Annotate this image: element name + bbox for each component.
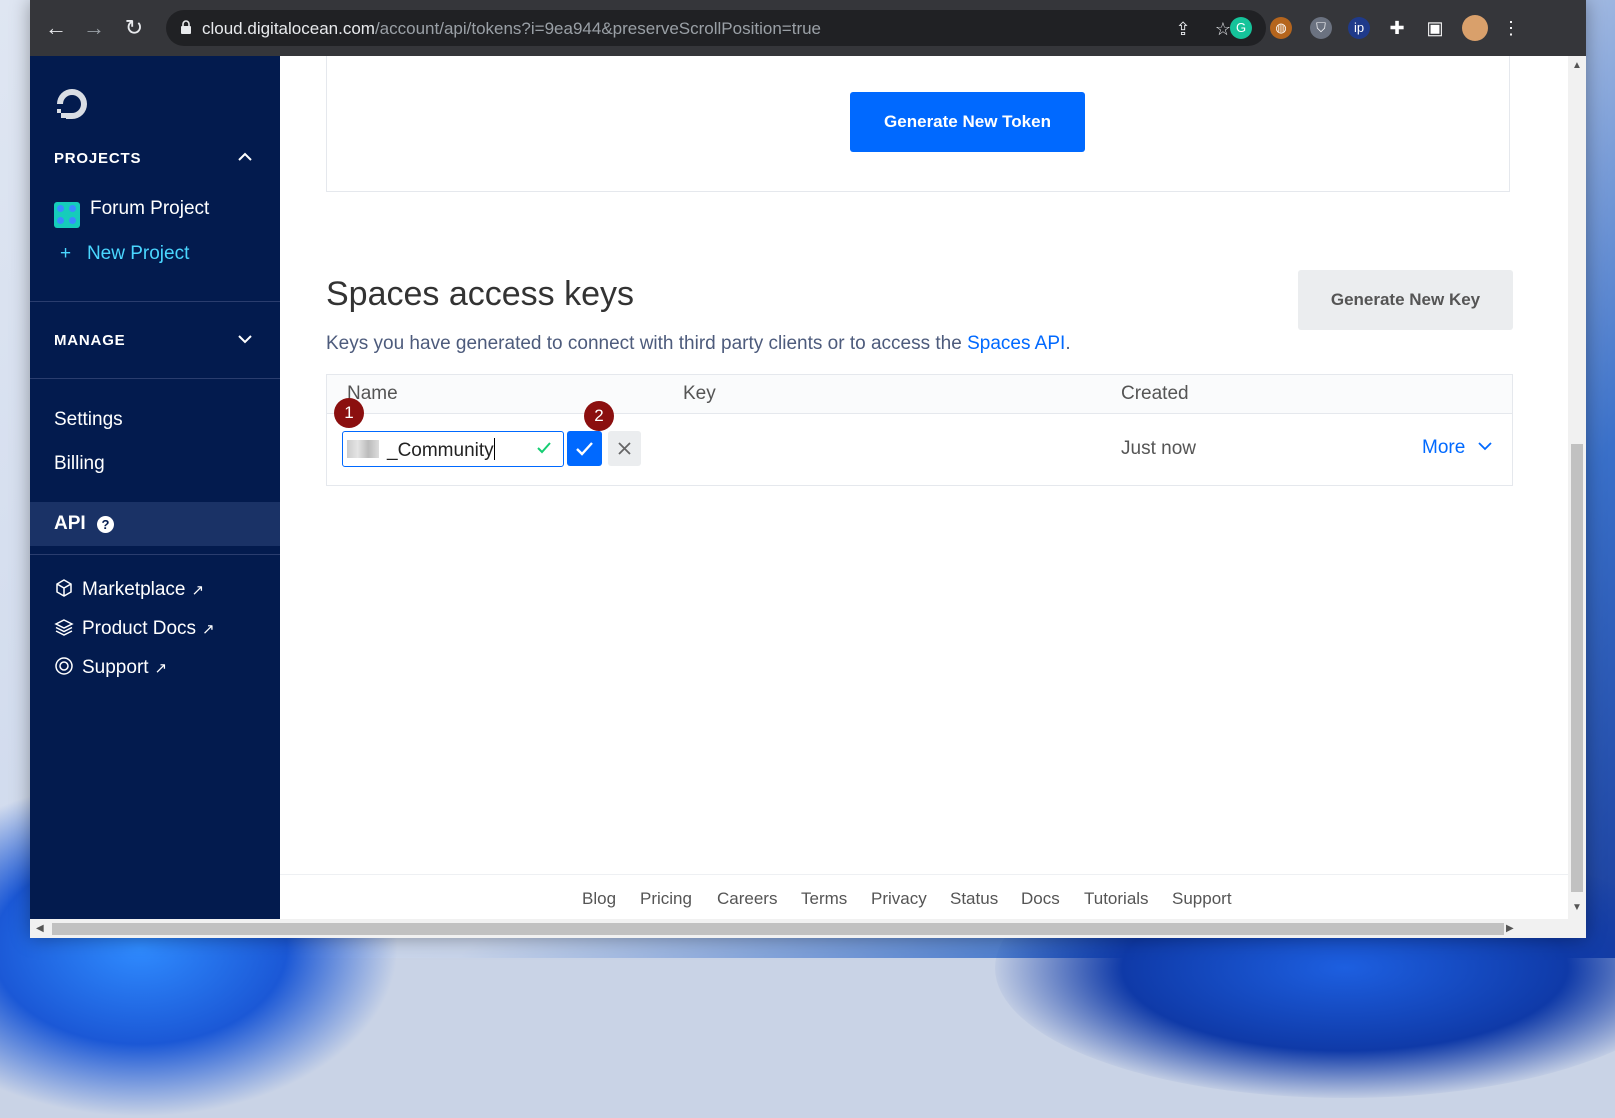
generate-new-key-button[interactable]: Generate New Key <box>1298 270 1513 330</box>
annotation-badge-1: 1 <box>334 398 364 428</box>
sidebar-item-settings[interactable]: Settings <box>54 409 123 431</box>
column-header-created: Created <box>1121 383 1189 404</box>
external-arrow-icon: ↗ <box>202 621 215 638</box>
key-name-text: _Community <box>387 440 494 461</box>
spaces-description-text: Keys you have generated to connect with … <box>326 333 968 354</box>
cube-icon <box>56 579 72 597</box>
cancel-name-button[interactable] <box>608 431 641 466</box>
sidepanel-icon[interactable]: ▣ <box>1424 17 1446 39</box>
scroll-left-arrow-icon[interactable]: ◀ <box>36 923 44 934</box>
url-host: cloud.digitalocean.com <box>202 19 375 38</box>
browser-window: ← → ↻ cloud.digitalocean.com/account/api… <box>30 0 1586 938</box>
sidebar-item-forum-project[interactable]: Forum Project <box>90 198 209 220</box>
url-path: /account/api/tokens?i=9ea944&preserveScr… <box>374 19 822 38</box>
digitalocean-logo-icon[interactable] <box>54 86 90 122</box>
support-link[interactable]: Support ↗ <box>54 656 167 679</box>
product-docs-label: Product Docs <box>82 618 197 639</box>
spaces-description: Keys you have generated to connect with … <box>326 333 1071 355</box>
main-content: Generate New Token Spaces access keys Ge… <box>280 56 1568 919</box>
lock-icon <box>181 20 191 34</box>
projects-heading: PROJECTS <box>54 150 142 167</box>
share-icon[interactable]: ⇪ <box>1172 18 1194 40</box>
chevron-down-icon <box>1477 442 1492 451</box>
external-arrow-icon: ↗ <box>154 660 168 677</box>
ip-extension-icon[interactable]: ip <box>1348 17 1370 39</box>
forward-arrow-icon[interactable]: → <box>82 16 106 40</box>
annotation-badge-2: 2 <box>584 401 614 431</box>
sidebar-item-api[interactable]: API ? <box>30 502 280 546</box>
external-arrow-icon: ↗ <box>191 582 205 599</box>
redacted-text <box>347 440 379 458</box>
confirm-name-button[interactable] <box>567 431 602 466</box>
footer-link-pricing[interactable]: Pricing <box>640 889 692 909</box>
footer: Blog Pricing Careers Terms Privacy Statu… <box>280 874 1568 920</box>
support-label: Support <box>82 657 149 678</box>
vertical-scrollbar[interactable]: ▲ ▼ <box>1568 56 1586 919</box>
lifebuoy-icon <box>55 657 73 675</box>
footer-link-blog[interactable]: Blog <box>582 889 616 909</box>
sidebar-item-billing[interactable]: Billing <box>54 453 105 475</box>
extension-basketball-icon[interactable]: ◍ <box>1270 17 1292 39</box>
spaces-keys-table: Name Key Created _Community Just now Mor… <box>326 374 1513 486</box>
footer-link-tutorials[interactable]: Tutorials <box>1084 889 1149 909</box>
grammarly-icon[interactable]: G <box>1230 17 1252 39</box>
new-project-link[interactable]: + New Project <box>60 243 189 265</box>
manage-heading: MANAGE <box>54 332 126 349</box>
marketplace-link[interactable]: Marketplace ↗ <box>54 578 204 601</box>
more-label: More <box>1422 437 1466 458</box>
plus-icon: + <box>60 243 72 264</box>
created-value: Just now <box>1121 438 1196 459</box>
horizontal-scroll-thumb[interactable] <box>52 923 1504 935</box>
scroll-up-arrow-icon[interactable]: ▲ <box>1572 60 1582 71</box>
more-dropdown[interactable]: More <box>1422 437 1493 459</box>
new-project-label: New Project <box>86 243 190 264</box>
product-docs-link[interactable]: Product Docs ↗ <box>54 617 215 640</box>
sidebar: PROJECTS Forum Project + New Project MAN… <box>30 56 280 919</box>
footer-link-docs[interactable]: Docs <box>1021 889 1060 909</box>
reload-icon[interactable]: ↻ <box>122 16 146 40</box>
footer-link-privacy[interactable]: Privacy <box>871 889 927 909</box>
puzzle-icon[interactable]: ✚ <box>1386 17 1408 39</box>
url-text: cloud.digitalocean.com/account/api/token… <box>202 19 821 39</box>
footer-link-status[interactable]: Status <box>950 889 998 909</box>
checkmark-icon <box>576 442 593 456</box>
column-header-key: Key <box>683 383 716 404</box>
scroll-right-arrow-icon[interactable]: ▶ <box>1506 923 1514 934</box>
key-name-value: _Community <box>387 438 495 462</box>
layers-icon <box>54 619 74 636</box>
browser-toolbar: ← → ↻ cloud.digitalocean.com/account/api… <box>30 0 1586 56</box>
table-header: Name Key Created <box>327 375 1512 414</box>
chevron-up-icon[interactable] <box>236 148 254 166</box>
shield-extension-icon[interactable]: ⛉ <box>1310 17 1332 39</box>
help-icon[interactable]: ? <box>97 516 114 533</box>
valid-check-icon <box>537 442 551 454</box>
project-icon <box>54 202 80 228</box>
spaces-title: Spaces access keys <box>326 275 635 313</box>
footer-link-careers[interactable]: Careers <box>717 889 777 909</box>
address-bar[interactable]: cloud.digitalocean.com/account/api/token… <box>166 10 1266 46</box>
back-arrow-icon[interactable]: ← <box>44 16 68 40</box>
tokens-card: Generate New Token <box>326 56 1510 192</box>
spaces-description-end: . <box>1065 333 1071 354</box>
profile-avatar[interactable] <box>1462 15 1488 41</box>
vertical-scroll-thumb[interactable] <box>1571 444 1583 892</box>
key-name-input[interactable]: _Community <box>342 431 564 467</box>
api-label: API <box>54 513 86 534</box>
chevron-down-icon[interactable] <box>236 330 254 348</box>
close-icon <box>618 442 631 455</box>
scroll-down-arrow-icon[interactable]: ▼ <box>1572 902 1582 913</box>
generate-new-token-button[interactable]: Generate New Token <box>850 92 1085 152</box>
marketplace-label: Marketplace <box>82 579 186 600</box>
spaces-api-link[interactable]: Spaces API <box>967 333 1065 354</box>
kebab-menu-icon[interactable]: ⋮ <box>1500 17 1522 39</box>
footer-link-support[interactable]: Support <box>1172 889 1232 909</box>
footer-link-terms[interactable]: Terms <box>801 889 847 909</box>
horizontal-scrollbar[interactable]: ◀ ▶ <box>30 919 1586 938</box>
